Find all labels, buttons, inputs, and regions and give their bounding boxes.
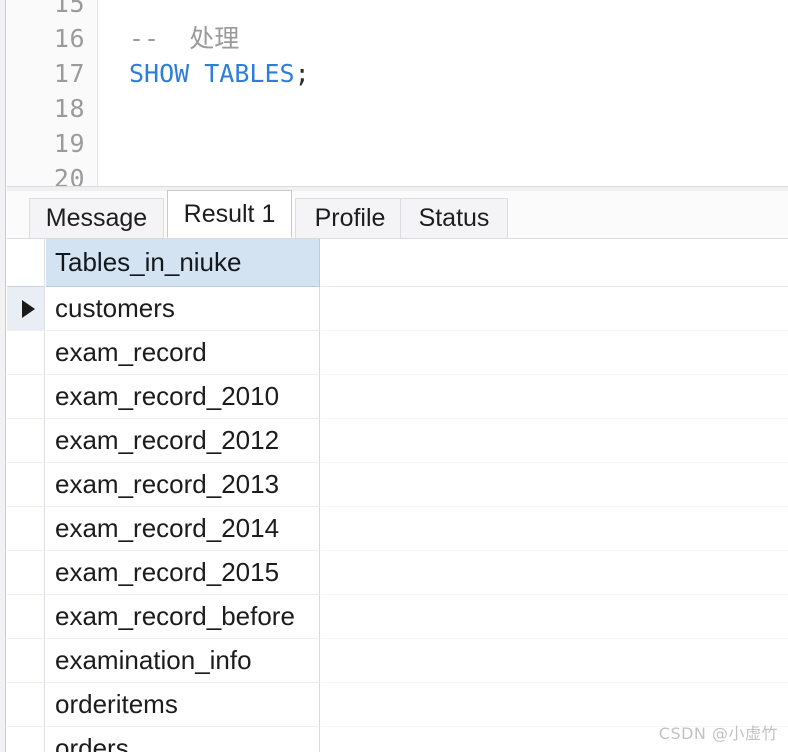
line-number-19: 19 (53, 129, 85, 158)
tab-label: Profile (314, 204, 386, 232)
result-grid[interactable]: Tables_in_niuke customers exam_record exam_… (7, 239, 788, 752)
column-header-tables-in-niuke[interactable]: Tables_in_niuke (46, 239, 320, 287)
sql-statement-terminator: ; (294, 59, 310, 88)
table-cell-tables-in-niuke[interactable]: orders (46, 727, 320, 752)
row-indicator-cell[interactable] (7, 331, 45, 375)
current-row-arrow-icon (22, 299, 35, 318)
row-indicator-cell[interactable] (7, 595, 45, 639)
tab-status[interactable]: Status (400, 198, 508, 238)
table-row[interactable]: examination_info (7, 639, 788, 683)
window-left-edge (0, 0, 6, 752)
table-cell-tables-in-niuke[interactable]: exam_record (46, 331, 320, 375)
table-cell-tables-in-niuke[interactable]: exam_record_2014 (46, 507, 320, 551)
csdn-watermark: CSDN @小虚竹 (658, 724, 778, 743)
line-number-17: 17 (53, 59, 85, 88)
tab-message[interactable]: Message (29, 198, 164, 238)
row-filler (321, 287, 788, 331)
code-line-17: SHOW TABLES; (129, 56, 310, 91)
row-filler (321, 551, 788, 595)
results-tab-strip: Message Result 1 Profile Status (7, 190, 788, 239)
tab-label: Message (45, 204, 148, 232)
sql-client-window: 15 16 17 18 19 20 -- 处理 SHOW TABLES; Mes… (0, 0, 788, 752)
row-indicator-cell[interactable] (7, 287, 45, 331)
line-number-18: 18 (53, 94, 85, 123)
row-indicator-cell[interactable] (7, 639, 45, 683)
table-cell-tables-in-niuke[interactable]: exam_record_2015 (46, 551, 320, 595)
code-line-16-comment: -- 处理 (129, 24, 240, 53)
sql-keyword-show-tables: SHOW TABLES (129, 59, 295, 88)
tab-label: Result 1 (183, 199, 276, 228)
table-row[interactable]: exam_record_2012 (7, 419, 788, 463)
table-cell-tables-in-niuke[interactable]: orderitems (46, 683, 320, 727)
row-indicator-cell[interactable] (7, 419, 45, 463)
results-panel: Message Result 1 Profile Status Tables_in_n… (7, 190, 788, 752)
table-cell-tables-in-niuke[interactable]: exam_record_2012 (46, 419, 320, 463)
table-row[interactable]: customers (7, 287, 788, 331)
grid-header-corner (7, 239, 45, 287)
table-cell-tables-in-niuke[interactable]: exam_record_2013 (46, 463, 320, 507)
line-number-20: 20 (53, 164, 85, 186)
table-cell-tables-in-niuke[interactable]: exam_record_2010 (46, 375, 320, 419)
row-indicator-cell[interactable] (7, 551, 45, 595)
grid-body: Tables_in_niuke customers exam_record exam_… (7, 239, 788, 752)
editor-line-number-gutter: 15 16 17 18 19 20 (7, 0, 98, 186)
row-filler (321, 375, 788, 419)
row-filler (321, 331, 788, 375)
tab-label: Status (418, 204, 490, 232)
row-filler (321, 463, 788, 507)
table-row[interactable]: exam_record_2015 (7, 551, 788, 595)
line-number-16: 16 (53, 24, 85, 53)
grid-header-row: Tables_in_niuke (7, 239, 788, 287)
table-row[interactable]: exam_record_before (7, 595, 788, 639)
grid-header-filler (321, 239, 788, 287)
row-filler (321, 595, 788, 639)
line-number-15: 15 (53, 0, 85, 18)
table-row[interactable]: exam_record_2014 (7, 507, 788, 551)
row-filler (321, 507, 788, 551)
table-row[interactable]: exam_record_2010 (7, 375, 788, 419)
table-cell-tables-in-niuke[interactable]: examination_info (46, 639, 320, 683)
row-indicator-cell[interactable] (7, 727, 45, 752)
table-cell-tables-in-niuke[interactable]: customers (46, 287, 320, 331)
row-indicator-cell[interactable] (7, 507, 45, 551)
tab-result-1[interactable]: Result 1 (167, 190, 292, 238)
table-row[interactable]: exam_record_2013 (7, 463, 788, 507)
row-indicator-cell[interactable] (7, 375, 45, 419)
row-filler (321, 419, 788, 463)
row-indicator-cell[interactable] (7, 683, 45, 727)
row-filler (321, 639, 788, 683)
row-indicator-cell[interactable] (7, 463, 45, 507)
table-cell-tables-in-niuke[interactable]: exam_record_before (46, 595, 320, 639)
sql-editor-pane[interactable]: 15 16 17 18 19 20 -- 处理 SHOW TABLES; (7, 0, 788, 186)
tab-profile[interactable]: Profile (295, 198, 405, 238)
table-row[interactable]: exam_record (7, 331, 788, 375)
